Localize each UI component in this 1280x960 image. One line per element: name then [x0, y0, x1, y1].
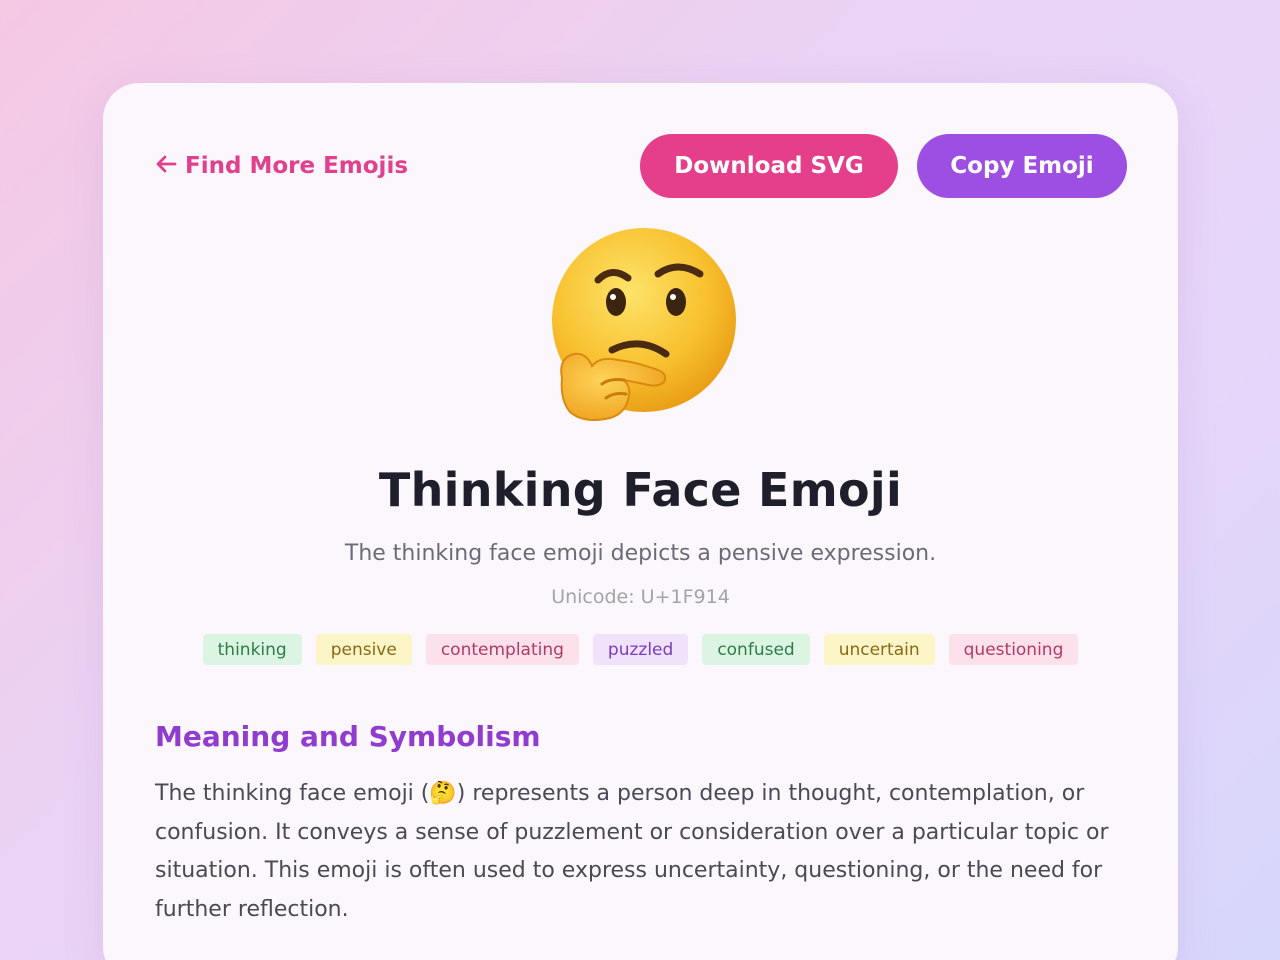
emoji-detail-card: Find More Emojis Download SVG Copy Emoji — [103, 83, 1178, 960]
tag-puzzled[interactable]: puzzled — [592, 634, 689, 665]
meaning-text-start: The thinking face emoji ( — [155, 781, 430, 806]
page-title: Thinking Face Emoji — [378, 463, 903, 517]
emoji-description: The thinking face emoji depicts a pensiv… — [344, 541, 937, 566]
thinking-face-inline-icon: 🤔 — [429, 781, 457, 806]
meaning-heading: Meaning and Symbolism — [155, 720, 541, 753]
find-more-emojis-label: Find More Emojis — [185, 153, 409, 179]
tag-pensive[interactable]: pensive — [315, 634, 412, 665]
thinking-face-icon — [540, 228, 740, 428]
tag-thinking[interactable]: thinking — [202, 634, 302, 665]
tag-uncertain[interactable]: uncertain — [823, 634, 935, 665]
tag-list: thinking pensive contemplating puzzled c… — [103, 634, 1178, 665]
tag-confused[interactable]: confused — [702, 634, 810, 665]
arrow-left-icon — [155, 154, 177, 178]
tag-questioning[interactable]: questioning — [948, 634, 1079, 665]
copy-emoji-button[interactable]: Copy Emoji — [917, 134, 1127, 198]
download-svg-button[interactable]: Download SVG — [640, 134, 898, 198]
tag-contemplating[interactable]: contemplating — [425, 634, 579, 665]
meaning-paragraph: The thinking face emoji (🤔) represents a… — [155, 775, 1130, 929]
find-more-emojis-link[interactable]: Find More Emojis — [155, 151, 408, 181]
unicode-code: Unicode: U+1F914 — [551, 586, 730, 608]
